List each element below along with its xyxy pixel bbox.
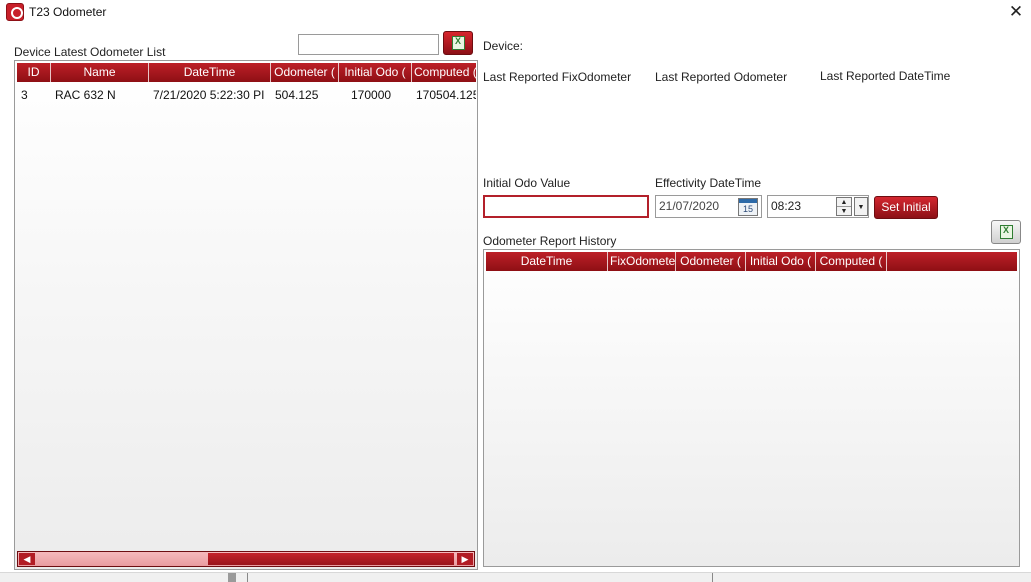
title-bar: T23 Odometer ✕ — [0, 0, 1031, 26]
history-column-computed[interactable]: Computed ( — [816, 252, 887, 271]
column-header-computed[interactable]: Computed ( — [412, 63, 476, 82]
scroll-right-icon[interactable]: ▶ — [457, 553, 473, 565]
spin-down-icon[interactable]: ▼ — [837, 207, 851, 216]
time-spinner[interactable]: ▲ ▼ — [836, 197, 852, 216]
history-column-fixodometer[interactable]: FixOdomete — [608, 252, 676, 271]
cell-computed: 170504.125 — [416, 88, 476, 102]
background-window-strip — [0, 572, 1031, 582]
table-row[interactable]: 3 RAC 632 N 7/21/2020 5:22:30 PI 504.125… — [17, 85, 476, 105]
grid-header: ID Name DateTime Odometer ( Initial Odo … — [17, 63, 476, 82]
odometer-history-label: Odometer Report History — [483, 234, 617, 248]
device-label: Device: — [483, 39, 524, 53]
horizontal-scrollbar[interactable]: ◀ ▶ — [17, 551, 475, 567]
device-list-label: Device Latest Odometer List — [14, 45, 166, 59]
spin-up-icon[interactable]: ▲ — [837, 198, 851, 207]
excel-export-icon — [1000, 225, 1013, 239]
cell-odometer: 504.125 — [275, 88, 319, 102]
calendar-icon[interactable]: 15 — [738, 198, 758, 216]
history-grid-header: DateTime FixOdomete Odometer ( Initial O… — [486, 252, 1017, 271]
last-datetime-label: Last Reported DateTime — [820, 69, 951, 83]
device-odometer-grid[interactable]: ID Name DateTime Odometer ( Initial Odo … — [14, 60, 478, 570]
chevron-down-icon[interactable]: ▼ — [854, 197, 868, 216]
scroll-left-icon[interactable]: ◀ — [19, 553, 35, 565]
history-column-initial-odo[interactable]: Initial Odo ( — [746, 252, 816, 271]
device-search-input[interactable] — [298, 34, 439, 55]
close-icon[interactable]: ✕ — [1005, 2, 1027, 22]
column-header-odometer[interactable]: Odometer ( — [271, 63, 339, 82]
cell-id: 3 — [21, 88, 28, 102]
set-initial-button[interactable]: Set Initial — [874, 196, 938, 219]
history-column-odometer[interactable]: Odometer ( — [676, 252, 746, 271]
window-title: T23 Odometer — [29, 5, 107, 19]
app-logo-icon — [6, 3, 24, 21]
date-value: 21/07/2020 — [659, 199, 720, 213]
effectivity-date-picker[interactable]: 21/07/2020 15 — [655, 195, 762, 218]
time-value: 08:23 — [771, 199, 802, 213]
last-odometer-label: Last Reported Odometer — [655, 70, 788, 84]
column-header-id[interactable]: ID — [17, 63, 51, 82]
cell-initial-odo: 170000 — [351, 88, 392, 102]
column-header-datetime[interactable]: DateTime — [149, 63, 271, 82]
column-header-initial-odo[interactable]: Initial Odo ( — [339, 63, 412, 82]
cell-datetime: 7/21/2020 5:22:30 PI — [153, 88, 265, 102]
initial-odo-input[interactable] — [483, 195, 649, 218]
effectivity-time-picker[interactable]: 08:23 ▲ ▼ ▼ — [767, 195, 869, 218]
excel-export-icon — [452, 36, 465, 50]
cell-name: RAC 632 N — [55, 88, 116, 102]
effectivity-datetime-label: Effectivity DateTime — [655, 176, 762, 190]
odometer-history-grid[interactable]: DateTime FixOdomete Odometer ( Initial O… — [483, 249, 1020, 567]
last-fix-odometer-label: Last Reported FixOdometer — [483, 70, 632, 84]
initial-odo-label: Initial Odo Value — [483, 176, 571, 190]
column-header-name[interactable]: Name — [51, 63, 149, 82]
scrollbar-thumb[interactable] — [208, 553, 454, 565]
export-history-button[interactable] — [991, 220, 1021, 244]
export-excel-button[interactable] — [443, 31, 473, 55]
history-column-datetime[interactable]: DateTime — [486, 252, 608, 271]
